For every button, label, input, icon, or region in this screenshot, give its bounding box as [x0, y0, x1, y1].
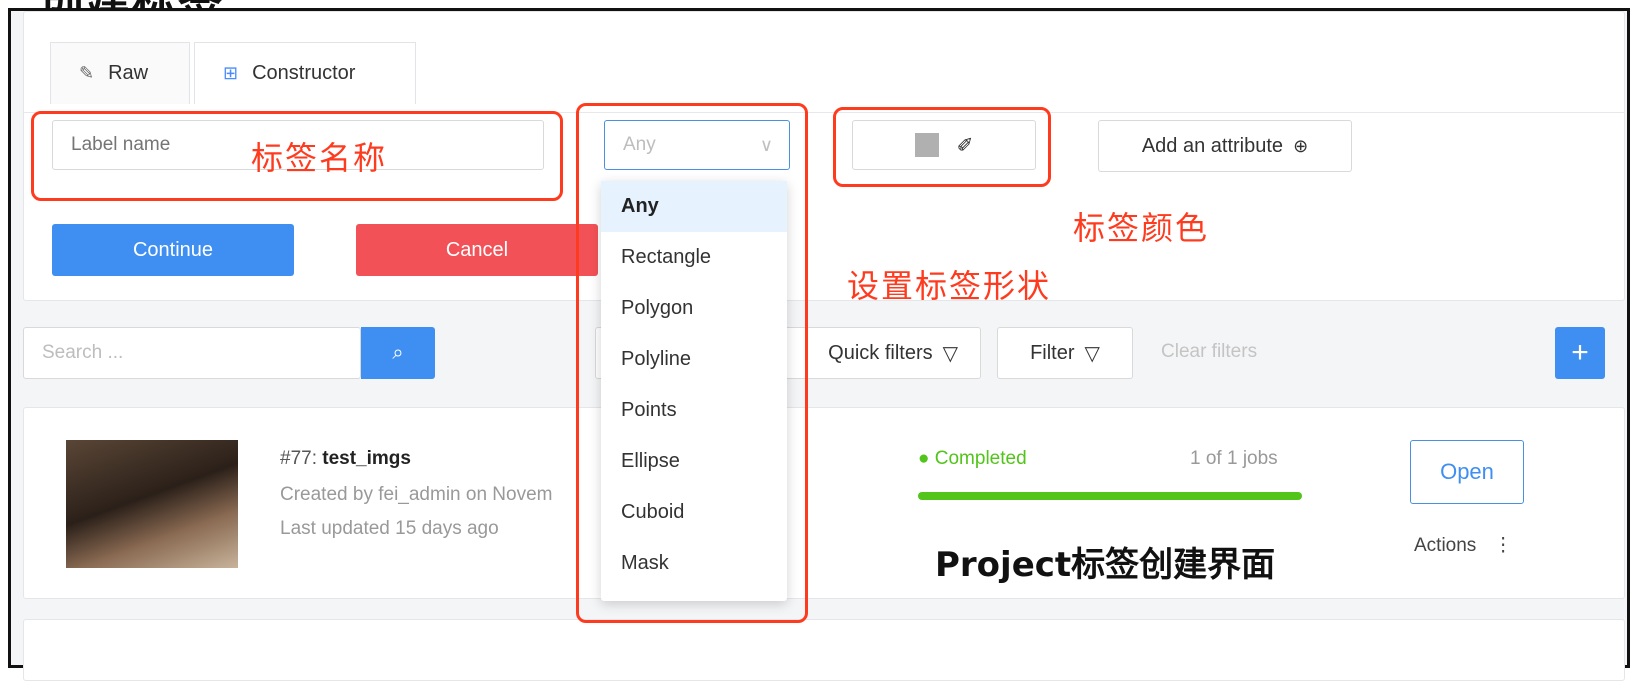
cancel-button[interactable]: Cancel: [356, 224, 598, 276]
annotation-label-name: 标签名称: [251, 139, 388, 177]
task-title: #77: test_imgs: [280, 448, 411, 470]
progress-fill: [918, 492, 1302, 500]
funnel-icon: ▽: [1084, 342, 1100, 365]
jobs-count: 1 of 1 jobs: [1190, 448, 1278, 469]
add-attribute-label: Add an attribute: [1141, 134, 1284, 157]
caption-text: Project标签创建界面: [935, 545, 1276, 585]
task-id: #77:: [280, 448, 317, 469]
task-card: #77: test_imgs Created by fei_admin on N…: [23, 407, 1625, 599]
pencil-icon: ✎: [79, 63, 95, 83]
tab-constructor-label: Constructor: [252, 62, 356, 84]
more-vertical-icon: ⋮: [1493, 535, 1513, 556]
task-card-next: [23, 619, 1625, 681]
task-updated: Last updated 15 days ago: [280, 518, 499, 539]
task-created: Created by fei_admin on Novem: [280, 484, 553, 505]
search-input[interactable]: Search ...: [23, 327, 361, 379]
search-icon: ⌕: [392, 341, 404, 364]
tab-raw-label: Raw: [108, 62, 149, 84]
status-label: Completed: [934, 448, 1027, 469]
status-badge: ● Completed: [918, 448, 1027, 470]
progress-track: [918, 492, 1302, 500]
continue-button[interactable]: Continue: [52, 224, 294, 276]
open-button[interactable]: Open: [1410, 440, 1524, 504]
quick-filters-label: Quick filters: [828, 341, 933, 364]
annotation-box-color: [833, 107, 1051, 187]
search-button[interactable]: ⌕: [361, 327, 435, 379]
annotation-box-shape: [576, 103, 808, 623]
annotation-label-shape: 设置标签形状: [847, 267, 1052, 305]
actions-label: Actions: [1414, 535, 1477, 556]
continue-label: Continue: [132, 238, 214, 261]
filter-label: Filter: [1030, 341, 1075, 364]
status-dot-icon: ●: [918, 448, 930, 469]
add-button[interactable]: +: [1555, 327, 1605, 379]
open-label: Open: [1440, 459, 1494, 484]
tab-constructor[interactable]: ⊞ Constructor: [194, 42, 416, 104]
actions-menu[interactable]: Actions ⋮: [1414, 534, 1513, 557]
blocks-icon: ⊞: [223, 63, 239, 83]
cancel-label: Cancel: [445, 238, 509, 261]
annotation-label-color: 标签颜色: [1073, 209, 1210, 247]
funnel-icon: ▽: [942, 342, 958, 365]
filter-button[interactable]: Filter ▽: [997, 327, 1133, 379]
plus-icon: +: [1571, 336, 1589, 369]
app-frame: ✎ Raw ⊞ Constructor Any ∨ ✐ Add an attri…: [8, 8, 1630, 681]
task-thumbnail: [66, 440, 238, 568]
tab-raw[interactable]: ✎ Raw: [50, 42, 190, 104]
clear-filters-link[interactable]: Clear filters: [1161, 341, 1257, 363]
add-attribute-button[interactable]: Add an attribute ⊕: [1098, 120, 1352, 172]
plus-circle-icon: ⊕: [1293, 135, 1309, 156]
search-placeholder: Search ...: [42, 342, 124, 363]
task-name-link[interactable]: test_imgs: [322, 448, 411, 469]
